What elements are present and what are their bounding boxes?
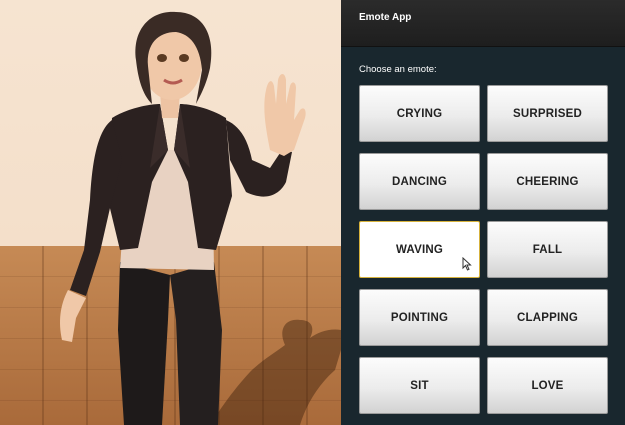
avatar-viewport	[0, 0, 341, 425]
app-title-bar: Emote App	[341, 0, 625, 47]
emote-button-crying[interactable]: CRYING	[359, 85, 480, 142]
emote-button-cheering[interactable]: CHEERING	[487, 153, 608, 210]
avatar-character	[60, 11, 306, 425]
emote-button-pointing[interactable]: POINTING	[359, 289, 480, 346]
emote-button-sit[interactable]: SIT	[359, 357, 480, 414]
emote-button-clapping[interactable]: CLAPPING	[487, 289, 608, 346]
mouse-pointer-icon	[462, 257, 472, 271]
emote-prompt: Choose an emote:	[359, 64, 437, 75]
emote-button-love[interactable]: LOVE	[487, 357, 608, 414]
app-title: Emote App	[359, 12, 412, 23]
emote-button-fall[interactable]: FALL	[487, 221, 608, 278]
emote-button-surprised[interactable]: SURPRISED	[487, 85, 608, 142]
emote-button-dancing[interactable]: DANCING	[359, 153, 480, 210]
